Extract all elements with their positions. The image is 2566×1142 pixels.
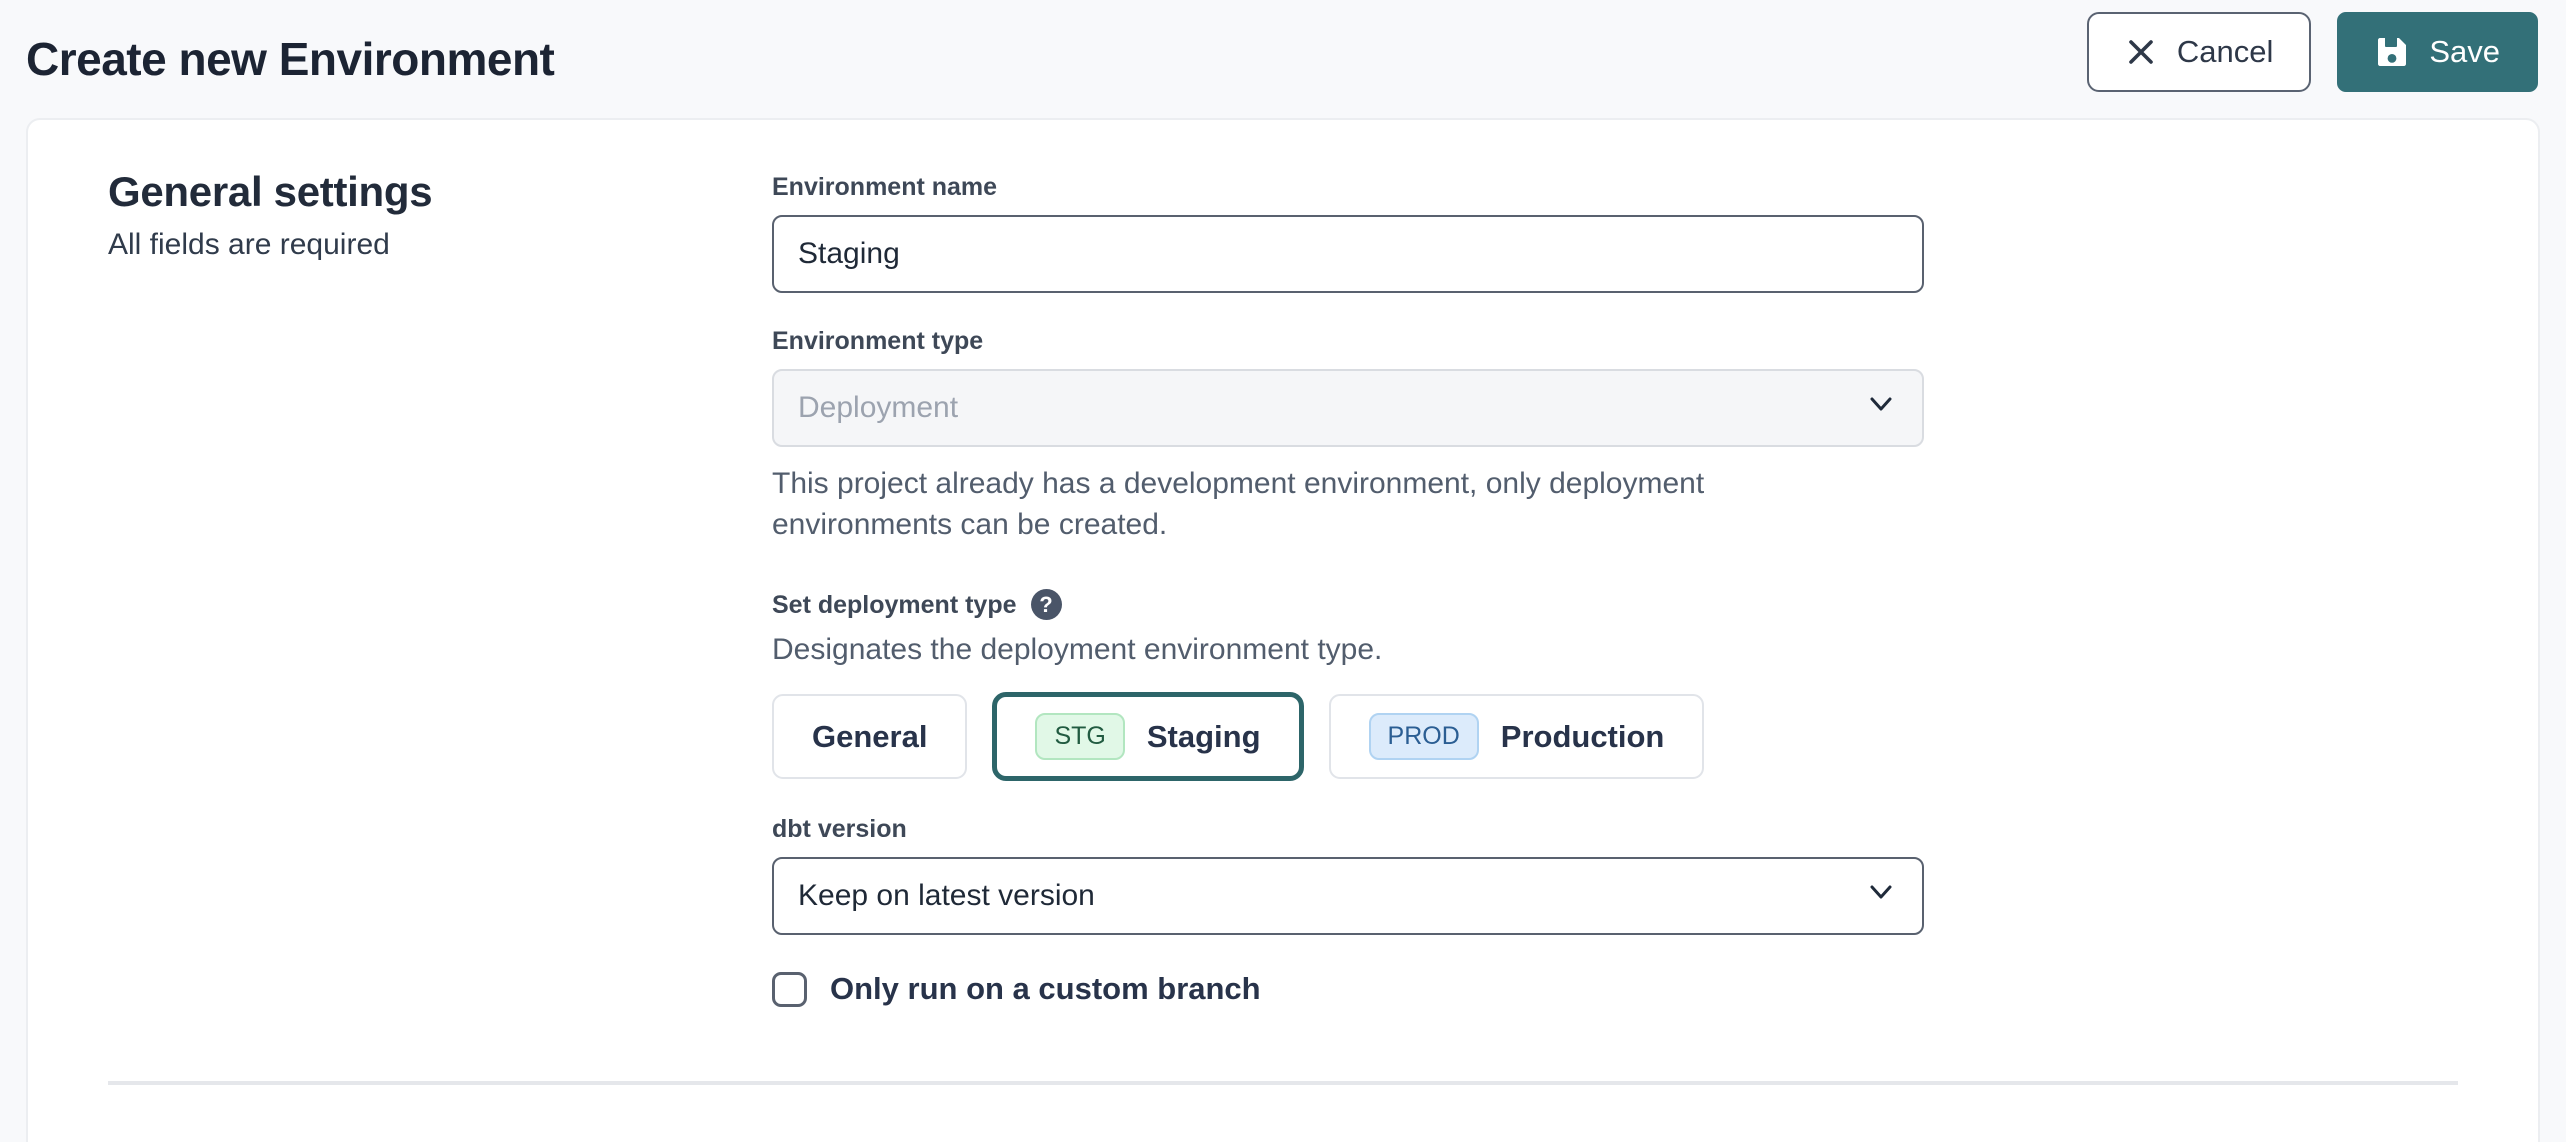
section-title: General settings <box>108 168 772 216</box>
environment-type-label: Environment type <box>772 326 1924 356</box>
section-intro: General settings All fields are required <box>108 166 772 1007</box>
deployment-option-production-label: Production <box>1501 719 1665 755</box>
production-badge: PROD <box>1369 713 1479 760</box>
deployment-option-staging-label: Staging <box>1147 719 1261 755</box>
help-icon[interactable]: ? <box>1031 589 1062 620</box>
chevron-down-icon <box>1866 389 1896 427</box>
cancel-button-label: Cancel <box>2177 34 2274 70</box>
section-subtitle: All fields are required <box>108 228 772 262</box>
deployment-option-production[interactable]: PROD Production <box>1329 694 1705 779</box>
settings-form: Environment name Environment type Deploy… <box>772 166 1924 1007</box>
custom-branch-row[interactable]: Only run on a custom branch <box>772 971 1924 1007</box>
deployment-option-general-label: General <box>812 719 927 755</box>
dbt-version-label: dbt version <box>772 814 1924 844</box>
save-button-label: Save <box>2429 34 2500 70</box>
staging-badge: STG <box>1035 713 1124 760</box>
environment-type-helper: This project already has a development e… <box>772 464 1892 545</box>
section-divider <box>108 1081 2458 1085</box>
help-icon-glyph: ? <box>1039 592 1052 618</box>
dbt-version-select[interactable]: Keep on latest version <box>772 857 1924 935</box>
deployment-option-staging[interactable]: STG Staging <box>992 692 1303 781</box>
environment-type-select[interactable]: Deployment <box>772 369 1924 447</box>
deployment-type-label: Set deployment type <box>772 590 1017 620</box>
close-icon <box>2125 36 2157 68</box>
cancel-button[interactable]: Cancel <box>2087 12 2312 92</box>
custom-branch-label: Only run on a custom branch <box>830 971 1261 1007</box>
deployment-type-options: General STG Staging PROD Production <box>772 692 1924 781</box>
environment-type-value: Deployment <box>798 391 958 425</box>
save-disk-icon <box>2375 35 2409 69</box>
page-header: Create new Environment Cancel Save <box>0 0 2566 118</box>
environment-name-label: Environment name <box>772 172 1924 202</box>
deployment-option-general[interactable]: General <box>772 694 967 779</box>
chevron-down-icon <box>1866 877 1896 915</box>
settings-card: General settings All fields are required… <box>26 118 2540 1142</box>
dbt-version-value: Keep on latest version <box>798 879 1095 913</box>
page-title: Create new Environment <box>26 32 554 86</box>
deployment-type-description: Designates the deployment environment ty… <box>772 633 1924 667</box>
header-actions: Cancel Save <box>2087 12 2538 92</box>
environment-name-input[interactable] <box>772 215 1924 293</box>
custom-branch-checkbox[interactable] <box>772 972 807 1007</box>
save-button[interactable]: Save <box>2337 12 2538 92</box>
